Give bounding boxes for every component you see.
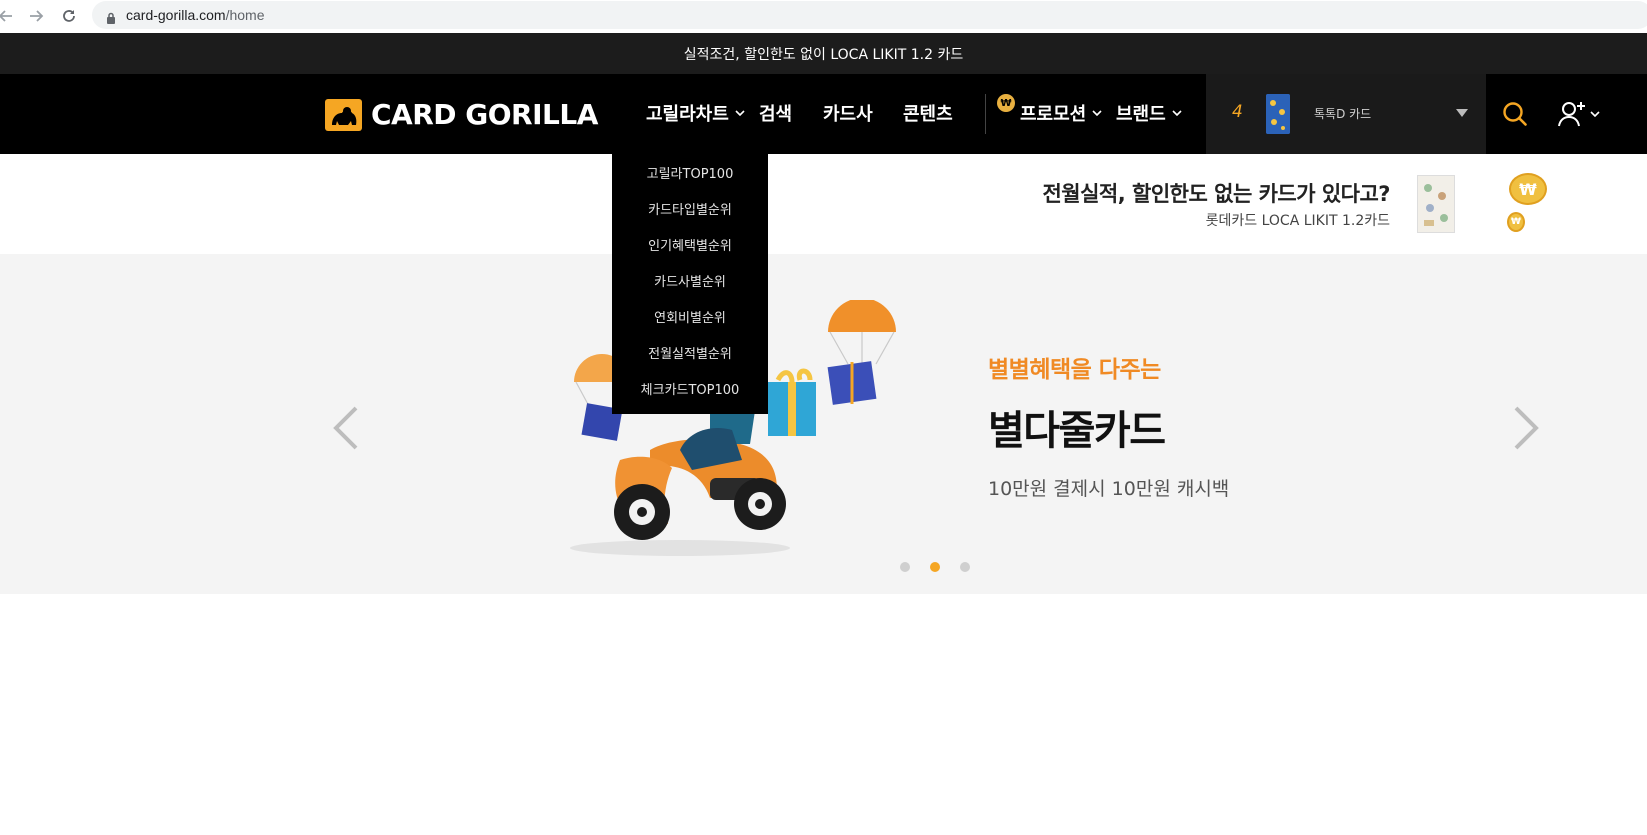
carousel-dot-3[interactable] — [960, 562, 970, 572]
nav-divider — [985, 94, 986, 134]
hero-title[interactable]: 별다줄카드 — [988, 398, 1166, 456]
won-coin-icon: ₩ — [997, 94, 1015, 112]
nav-label: 고릴라차트 — [646, 104, 729, 125]
gorilla-logo-icon — [325, 98, 362, 131]
dropdown-item-performance-rank[interactable]: 전월실적별순위 — [612, 343, 768, 362]
chevron-down-icon — [735, 110, 745, 116]
dropdown-item-gorilla-top100[interactable]: 고릴라TOP100 — [612, 163, 768, 182]
nav-label: 카드사 — [823, 104, 873, 125]
carousel-prev-icon[interactable] — [332, 406, 360, 454]
logo-text: CARD GORILLA — [371, 98, 598, 131]
nav-label: 브랜드 — [1116, 104, 1166, 125]
reload-icon[interactable] — [57, 4, 81, 28]
top-promo-banner[interactable]: 실적조건, 할인한도 없이 LOCA LIKIT 1.2 카드 — [0, 33, 1647, 74]
carousel-next-icon[interactable] — [1512, 406, 1540, 454]
back-icon[interactable] — [0, 4, 18, 28]
address-bar[interactable]: card-gorilla.com/home — [92, 1, 1647, 29]
card-thumbnail — [1266, 94, 1290, 134]
dropdown-item-card-type-rank[interactable]: 카드타입별순위 — [612, 199, 768, 218]
lock-icon — [106, 9, 116, 28]
ad-strip[interactable]: 전월실적, 할인한도 없는 카드가 있다고? 롯데카드 LOCA LIKIT 1… — [0, 154, 1647, 254]
nav-brand[interactable]: 브랜드 — [1116, 100, 1182, 126]
chevron-down-icon — [1092, 110, 1102, 116]
chevron-down-icon — [1172, 110, 1182, 116]
dropdown-item-check-card-top100[interactable]: 체크카드TOP100 — [612, 379, 768, 398]
carousel-dot-1[interactable] — [900, 562, 910, 572]
chevron-down-icon — [1590, 111, 1600, 117]
search-icon[interactable] — [1502, 101, 1528, 131]
won-coin-icon: ₩ — [1509, 173, 1547, 205]
dropdown-item-annual-fee-rank[interactable]: 연회비별순위 — [612, 307, 768, 326]
ad-subtitle: 롯데카드 LOCA LIKIT 1.2카드 — [1205, 213, 1390, 229]
dropdown-item-company-rank[interactable]: 카드사별순위 — [612, 271, 768, 290]
user-add-icon — [1558, 102, 1585, 127]
nav-search[interactable]: 검색 — [759, 100, 792, 126]
rank-number: 4 — [1232, 102, 1243, 122]
forward-icon[interactable] — [24, 4, 48, 28]
browser-toolbar: card-gorilla.com/home — [0, 0, 1647, 32]
dropdown-item-benefit-rank[interactable]: 인기혜택별순위 — [612, 235, 768, 254]
ranking-ticker[interactable]: 4 톡톡D 카드 — [1206, 74, 1486, 154]
ranked-card-name: 톡톡D 카드 — [1314, 107, 1372, 121]
nav-promotion[interactable]: 프로모션 — [1020, 100, 1102, 126]
caret-down-icon[interactable] — [1456, 109, 1468, 117]
nav-card-company[interactable]: 카드사 — [823, 100, 873, 126]
user-menu-button[interactable] — [1557, 100, 1600, 128]
nav-gorilla-chart[interactable]: 고릴라차트 — [646, 100, 745, 126]
url-text: card-gorilla.com/home — [126, 7, 265, 23]
nav-contents[interactable]: 콘텐츠 — [903, 100, 953, 126]
hero-description: 10만원 결제시 10만원 캐시백 — [988, 478, 1230, 500]
carousel-dot-2[interactable] — [930, 562, 940, 572]
logo[interactable]: CARD GORILLA — [325, 98, 598, 131]
ad-card-image — [1417, 175, 1455, 233]
gorilla-chart-dropdown: 고릴라TOP100 카드타입별순위 인기혜택별순위 카드사별순위 연회비별순위 … — [612, 154, 768, 414]
ad-title: 전월실적, 할인한도 없는 카드가 있다고? — [1042, 182, 1390, 206]
top-banner-text: 실적조건, 할인한도 없이 LOCA LIKIT 1.2 카드 — [683, 46, 964, 63]
hero-eyebrow: 별별혜택을 다주는 — [988, 357, 1161, 383]
nav-label: 프로모션 — [1020, 104, 1087, 125]
nav-label: 검색 — [759, 104, 793, 125]
won-coin-icon: ₩ — [1507, 212, 1525, 232]
nav-label: 콘텐츠 — [903, 104, 953, 125]
